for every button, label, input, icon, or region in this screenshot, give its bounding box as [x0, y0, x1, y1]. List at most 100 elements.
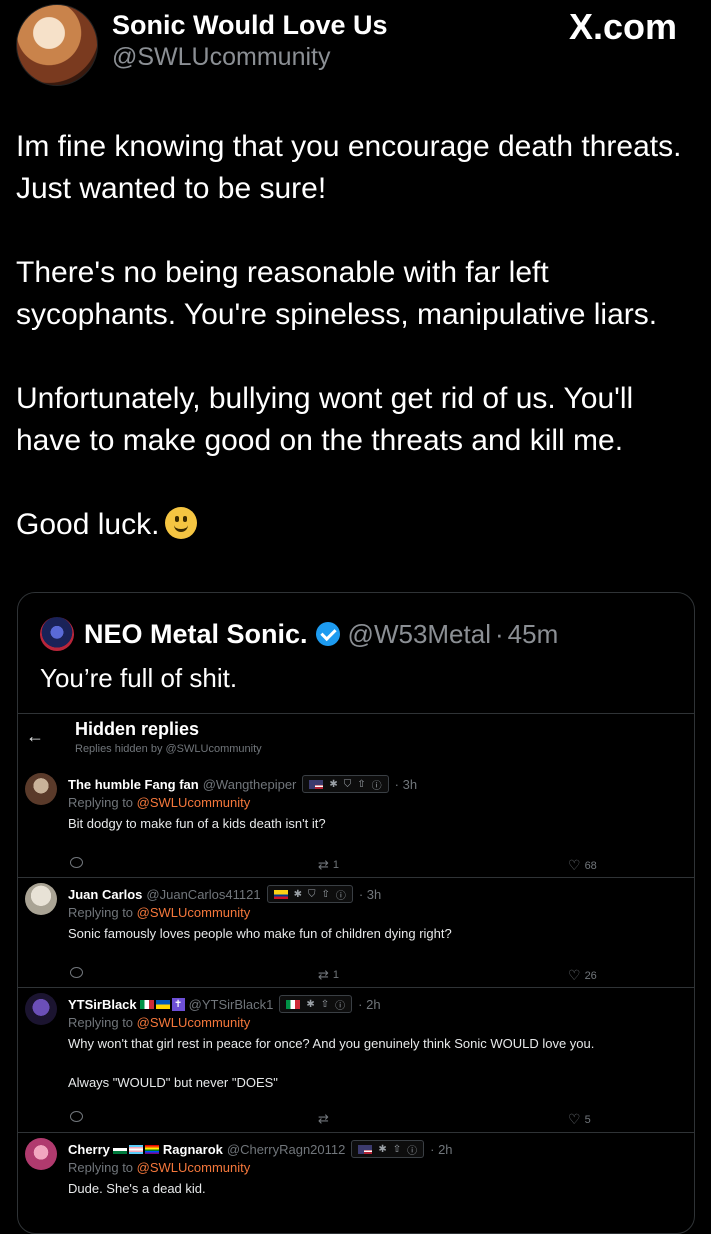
replying-to: Replying to @SWLUcommunity — [68, 1160, 250, 1175]
reply-author-name[interactable]: YTSirBlack — [68, 997, 137, 1012]
reply-header: Cherry Ragnarok @CherryRagn20112 ✱ ⇧ ⓘ ·… — [68, 1140, 453, 1158]
quoted-tweet-time[interactable]: 45m — [508, 619, 559, 650]
reply-text: Why won't that girl rest in peace for on… — [68, 1036, 595, 1051]
hidden-replies-subtitle: Replies hidden by @SWLUcommunity — [75, 743, 262, 755]
quoted-tweet-text: You’re full of shit. — [40, 663, 238, 693]
reply-author-handle[interactable]: @JuanCarlos41121 — [146, 887, 260, 902]
like-count: 68 — [584, 859, 597, 872]
retweet-icon: ⇄ — [318, 967, 329, 982]
replying-prefix: Replying to — [68, 1015, 137, 1030]
user-info-badge: ✱ ⛉ ⇧ ⓘ — [266, 885, 353, 903]
reply-avatar[interactable] — [25, 1138, 57, 1170]
user-info-badge: ✱ ⇧ ⓘ — [351, 1140, 425, 1158]
hidden-replies-title: Hidden replies — [75, 719, 200, 739]
reply-avatar[interactable] — [25, 883, 57, 915]
info-icon[interactable]: ⓘ — [336, 887, 346, 902]
quoted-tweet-card[interactable]: NEO Metal Sonic. @W53Metal · 45m You’re … — [17, 592, 695, 1234]
quoted-author-handle[interactable]: @W53Metal — [348, 619, 491, 650]
replying-to: Replying to @SWLUcommunity — [68, 1015, 250, 1030]
mention-link[interactable]: @SWLUcommunity — [137, 1015, 251, 1030]
reply-item[interactable]: Juan Carlos @JuanCarlos41121 ✱ ⛉ ⇧ ⓘ · 3… — [18, 877, 694, 988]
reply-item[interactable]: Cherry Ragnarok @CherryRagn20112 ✱ ⇧ ⓘ ·… — [18, 1132, 694, 1233]
tweet-text: Im fine knowing that you encourage death… — [16, 126, 696, 588]
android-icon: ✱ — [306, 998, 315, 1010]
retweet-action[interactable]: ⇄ 1 — [318, 967, 339, 983]
tweet-paragraph: There's no being reasonable with far lef… — [16, 256, 658, 331]
retweet-action[interactable]: ⇄ 1 — [318, 857, 339, 873]
retweet-action[interactable]: ⇄ — [318, 1111, 333, 1127]
replying-to: Replying to @SWLUcommunity — [68, 905, 250, 920]
replying-prefix: Replying to — [68, 905, 137, 920]
reply-header: The humble Fang fan @Wangthepiper ✱ ⛉ ⇧ … — [68, 775, 417, 793]
retweet-count: 1 — [332, 859, 340, 871]
reply-time[interactable]: · 3h — [395, 777, 417, 792]
reply-author-name-suffix[interactable]: Ragnarok — [163, 1142, 223, 1157]
x-logo-watermark: X.com — [568, 6, 677, 47]
reply-avatar[interactable] — [25, 773, 57, 805]
author-handle[interactable]: @SWLUcommunity — [112, 43, 330, 72]
tweet-paragraph: Im fine knowing that you encourage death… — [16, 130, 682, 205]
palestine-flag-icon — [112, 1144, 127, 1154]
info-icon[interactable]: ⓘ — [372, 777, 382, 792]
reply-author-name[interactable]: The humble Fang fan — [68, 777, 199, 792]
info-icon[interactable]: ⓘ — [407, 1142, 417, 1157]
author-avatar[interactable] — [16, 4, 98, 86]
share-icon[interactable]: ⇧ — [357, 779, 365, 790]
android-icon: ✱ — [329, 778, 338, 790]
tweet-paragraph: Good luck. — [16, 508, 160, 541]
android-icon: ✱ — [378, 1143, 387, 1155]
replying-to: Replying to @SWLUcommunity — [68, 795, 250, 810]
comment-icon — [70, 967, 83, 978]
reply-item[interactable]: The humble Fang fan @Wangthepiper ✱ ⛉ ⇧ … — [18, 767, 694, 878]
comment-icon — [70, 857, 83, 868]
reply-author-handle[interactable]: @YTSirBlack1 — [189, 997, 274, 1012]
retweet-icon: ⇄ — [318, 1111, 329, 1126]
us-flag-icon — [309, 779, 324, 789]
reply-time[interactable]: · 3h — [359, 887, 381, 902]
verified-badge-icon — [315, 622, 340, 646]
reply-action[interactable] — [70, 857, 83, 868]
reply-action[interactable] — [70, 1111, 83, 1122]
reply-item[interactable]: YTSirBlack ✝ @YTSirBlack1 ✱ ⇧ ⓘ · 2h Rep… — [18, 987, 694, 1133]
rainbow-flag-icon — [144, 1144, 159, 1154]
reply-text-line2: Always "WOULD" but never "DOES" — [68, 1075, 278, 1090]
quoted-author-name[interactable]: NEO Metal Sonic. — [84, 619, 308, 650]
ukraine-flag-icon — [155, 999, 170, 1009]
replying-prefix: Replying to — [68, 795, 137, 810]
reply-header: YTSirBlack ✝ @YTSirBlack1 ✱ ⇧ ⓘ · 2h — [68, 995, 381, 1013]
reply-time[interactable]: · 2h — [430, 1142, 452, 1157]
reply-header: Juan Carlos @JuanCarlos41121 ✱ ⛉ ⇧ ⓘ · 3… — [68, 885, 381, 903]
reply-author-name[interactable]: Cherry — [68, 1142, 110, 1157]
like-action[interactable]: ♡ 5 — [568, 1111, 591, 1128]
hidden-replies-panel: ← Hidden replies Replies hidden by @SWLU… — [18, 713, 694, 1233]
reply-action[interactable] — [70, 967, 83, 978]
mention-link[interactable]: @SWLUcommunity — [137, 795, 251, 810]
like-action[interactable]: ♡ 68 — [568, 857, 597, 874]
share-icon[interactable]: ⇧ — [321, 889, 329, 900]
us-flag-icon — [358, 1144, 373, 1154]
reply-text: Sonic famously loves people who make fun… — [68, 926, 452, 941]
share-icon[interactable]: ⇧ — [321, 999, 329, 1010]
like-count: 5 — [584, 1113, 591, 1126]
user-info-badge: ✱ ⇧ ⓘ — [279, 995, 353, 1013]
reply-author-handle[interactable]: @Wangthepiper — [203, 777, 297, 792]
reply-author-handle[interactable]: @CherryRagn20112 — [227, 1142, 345, 1157]
reply-author-name[interactable]: Juan Carlos — [68, 887, 142, 902]
mention-link[interactable]: @SWLUcommunity — [137, 905, 251, 920]
quoted-author-avatar[interactable] — [40, 617, 74, 651]
separator-dot: · — [494, 618, 504, 649]
share-icon[interactable]: ⇧ — [393, 1144, 401, 1155]
mention-link[interactable]: @SWLUcommunity — [137, 1160, 251, 1175]
tweet-header: Sonic Would Love Us @SWLUcommunity X.com — [0, 0, 711, 100]
author-display-name[interactable]: Sonic Would Love Us — [112, 10, 388, 41]
back-arrow-icon[interactable]: ← — [26, 726, 44, 747]
info-icon[interactable]: ⓘ — [335, 997, 345, 1012]
like-count: 26 — [584, 969, 597, 982]
italy-flag-icon — [139, 999, 154, 1009]
reply-time[interactable]: · 2h — [358, 997, 380, 1012]
reply-avatar[interactable] — [25, 993, 57, 1025]
shield-icon: ⛉ — [307, 888, 316, 900]
like-action[interactable]: ♡ 26 — [568, 967, 597, 984]
shield-icon: ⛉ — [343, 778, 352, 790]
reply-text: Dude. She's a dead kid. — [68, 1181, 206, 1196]
